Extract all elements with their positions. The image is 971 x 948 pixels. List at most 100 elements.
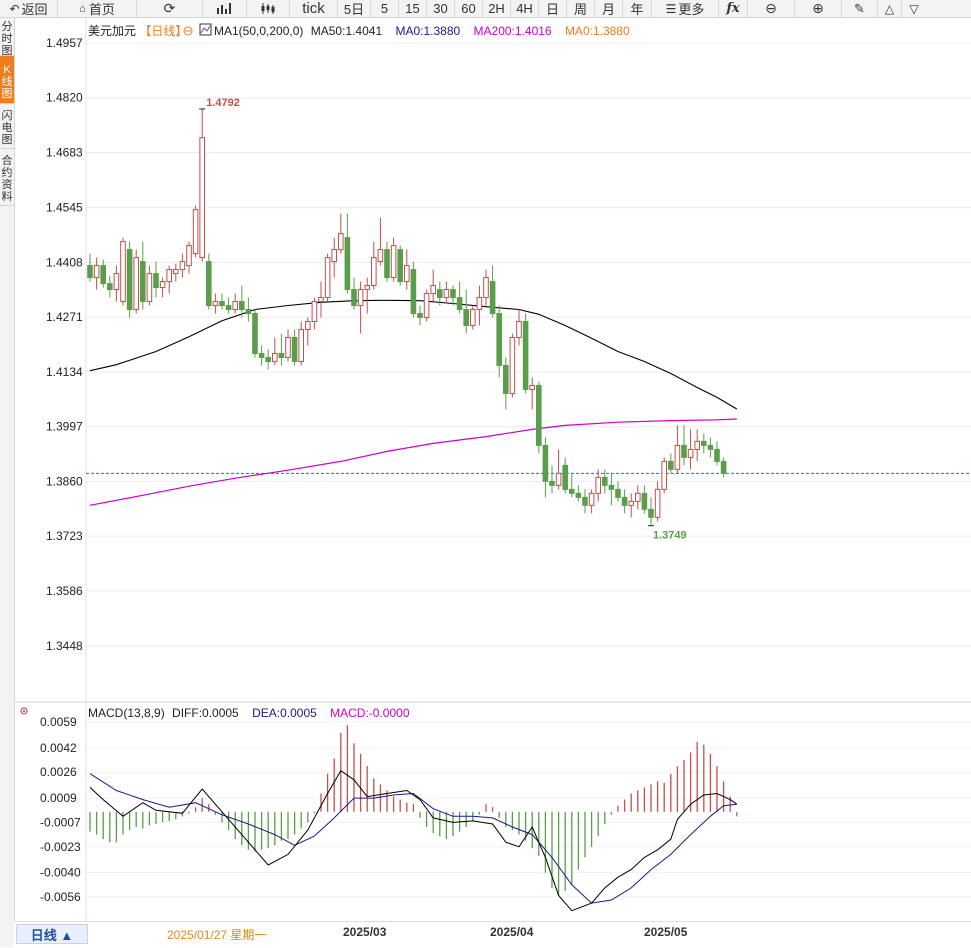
candle-button[interactable] [247,0,290,17]
period-2h[interactable]: 2H [483,0,511,17]
candle-body [575,492,582,498]
y-tick-label: 1.4820 [46,91,83,105]
candle-body [668,460,674,470]
scroll-down-button[interactable]: ▽ [902,0,926,17]
candle-body [701,440,707,446]
candle-body [338,233,344,251]
period-day[interactable]: 日 [539,0,567,17]
candle-body [120,241,126,303]
back-button[interactable]: ↶ 返回 [0,0,58,17]
candle-body [126,249,133,311]
candle-body [311,301,318,323]
legend-ma200: MA200:1.4016 [474,24,552,38]
candle-body [595,476,602,494]
legend-ma1: MA1(50,0,200,0) [214,24,303,38]
dea-line [89,773,737,904]
period-month[interactable]: 月 [595,0,623,17]
candle-body [212,301,219,307]
bar-chart-icon [216,3,231,14]
y-tick-label: 1.3448 [46,639,83,653]
candle-body [687,448,694,458]
candle-body [397,249,403,283]
candle-body [707,444,714,450]
back-arrow-icon: ↶ [9,1,20,16]
x-label-2025-03: 2025/03 [343,925,387,939]
candle-body [285,337,291,358]
candle-body [641,492,648,510]
candle-body [166,269,172,283]
sidebar-item-contract-info[interactable]: 合 约 资 料 [0,149,14,206]
candle-body [529,384,536,390]
macd-y-tick-label: 0.0009 [40,791,77,805]
candle-body [186,245,192,267]
candle-body [562,464,569,490]
ma-indicator-icon-line [200,25,211,34]
candle-body [192,209,199,255]
y-tick-label: 1.4271 [46,310,83,324]
candle-body [140,261,146,303]
y-tick-label: 1.3860 [46,474,83,488]
period-30m[interactable]: 30 [427,0,455,17]
candle-body [107,283,113,291]
candle-body [555,472,562,486]
period-year[interactable]: 年 [623,0,652,17]
candle-body [483,277,489,299]
zoom-out-button[interactable]: ⊖ [748,0,795,17]
period-60m[interactable]: 60 [455,0,483,17]
period-week[interactable]: 周 [567,0,595,17]
candle-body [278,352,285,358]
candle-body [265,356,271,362]
bar-chart-button[interactable] [203,0,247,17]
draw-button[interactable]: ✎ [842,0,878,17]
sidebar-item-kline[interactable]: K 线 图 [0,56,14,104]
candle-body [87,265,93,279]
candle-body [489,281,496,315]
chart-canvas[interactable]: 1.4957 1.4820 1.4683 1.4545 1.4408 1.4271 1.41… [0,0,971,947]
formula-button[interactable]: fx [719,0,748,17]
zoom-in-button[interactable]: ⊕ [795,0,842,17]
scroll-up-button[interactable]: △ [878,0,902,17]
candle-body [661,460,668,490]
candle-body [476,297,483,311]
period-selector-button[interactable]: 日线 ▲ [16,924,88,944]
macd-legend-name: MACD(13,8,9) [88,706,165,720]
candle-body [351,289,357,307]
period-5d[interactable]: 5日 [338,0,371,17]
high-label: 1.4792 [206,97,240,109]
y-tick-label: 1.4957 [46,36,83,50]
y-tick-label: 1.4408 [46,255,83,269]
macd-y-tick-label: -0.0040 [40,866,81,880]
y-tick-label: 1.4683 [46,145,83,159]
candle-body [549,480,555,486]
candle-body [423,293,430,319]
candle-body [621,496,628,506]
legend-ma0-b: MA0:1.3880 [565,24,630,38]
sidebar-item-flash[interactable]: 闪 电 图 [0,104,14,149]
candle-body [100,265,107,285]
candle-body [509,337,516,394]
refresh-button[interactable]: ⟳ [137,0,203,17]
pencil-icon: ✎ [854,0,865,16]
svg-text:MA1(50,0,200,0) MA50:1.404: MA1(50,0,200,0) MA50:1.4041 MA0:1.3880 M… [214,24,630,38]
candle-body [602,476,608,486]
candle-body [225,305,232,311]
candle-body [113,273,120,291]
period-15m[interactable]: 15 [399,0,427,17]
tick-button[interactable]: tick [290,0,338,17]
macd-legend-dea: DEA:0.0005 [252,706,317,720]
period-4h[interactable]: 4H [511,0,539,17]
candle-body [674,444,681,470]
refresh-icon: ⟳ [163,0,176,16]
candle-body [93,265,100,279]
more-button[interactable]: ☰ 更多 [652,0,719,17]
y-tick-label: 1.3997 [46,420,83,434]
macd-y-axis: 0.0059 0.0042 0.0026 0.0009 -0.0007 -0.0023 -0… [40,715,81,904]
sidebar-item-timeshare[interactable]: 分 时 图 [0,18,14,57]
candle-body [272,352,278,362]
home-button[interactable]: ⌂ 首页 [58,0,137,17]
zoom-in-icon: ⊕ [812,0,824,16]
main-y-axis: 1.4957 1.4820 1.4683 1.4545 1.4408 1.4271 1.41… [46,36,83,653]
extreme-markers: 1.4792 1.3749 [199,97,687,542]
candle-body [569,488,575,494]
period-5m[interactable]: 5 [371,0,399,17]
